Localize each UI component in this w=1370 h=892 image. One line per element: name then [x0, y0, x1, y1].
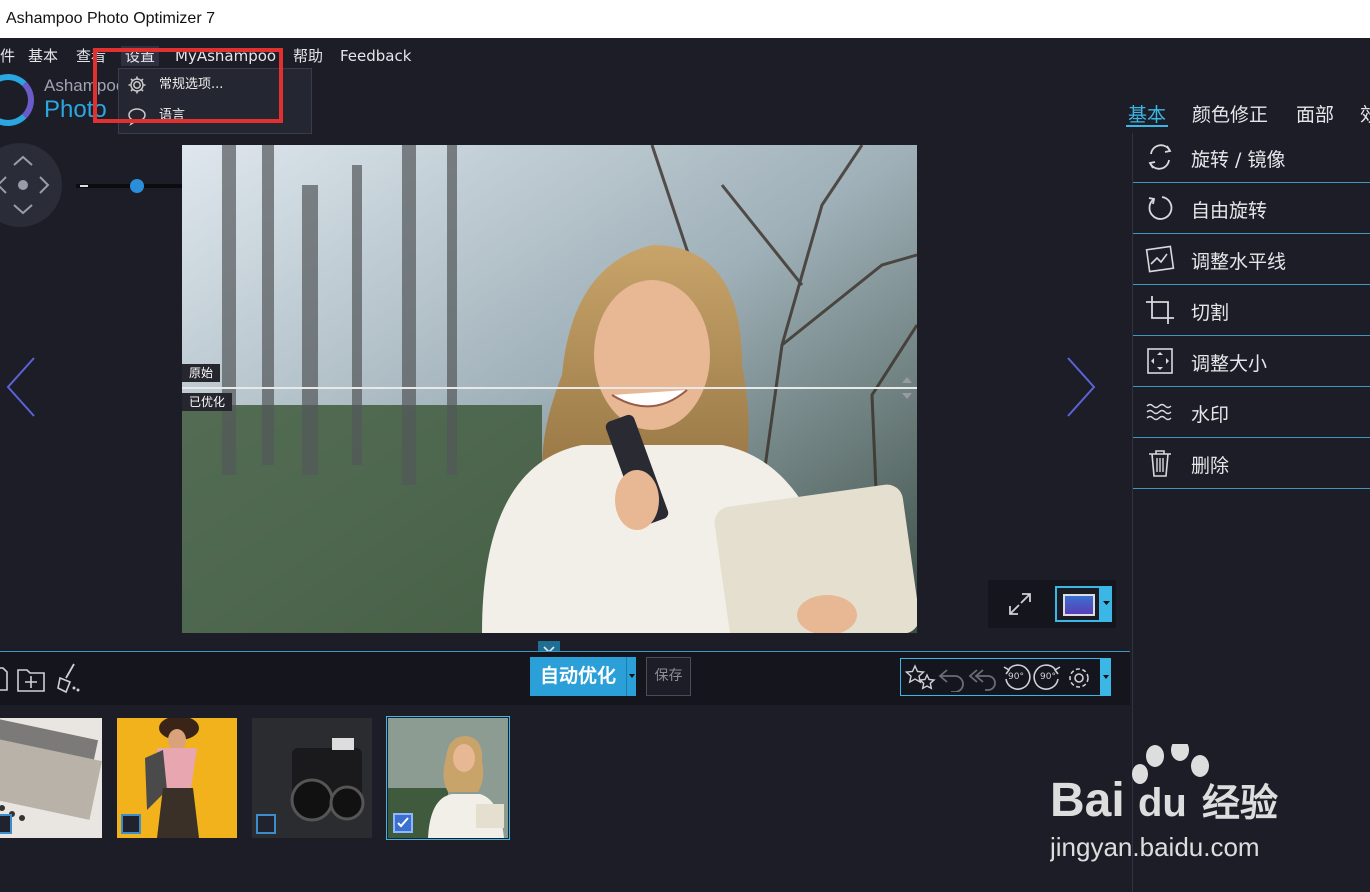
tab-basic[interactable]: 基本 — [1128, 100, 1166, 127]
rotate-right-90-button[interactable]: 90° — [1033, 663, 1063, 693]
tool-rotate-mirror[interactable]: 旋转 / 镜像 — [1133, 133, 1370, 183]
trash-icon — [1149, 450, 1171, 477]
preview-controls — [988, 580, 1116, 628]
rotate-mirror-icon — [1148, 144, 1172, 170]
tool-free-rotate[interactable]: 自由旋转 — [1133, 184, 1370, 234]
svg-text:Bai: Bai — [1050, 774, 1125, 827]
thumbnail-checkbox[interactable] — [0, 814, 12, 834]
edit-actions-dropdown[interactable] — [1101, 658, 1111, 696]
compare-mode-icon — [1063, 594, 1095, 616]
menu-feedback[interactable]: Feedback — [340, 46, 411, 66]
watermark-icon — [1146, 403, 1172, 421]
thumbnail-woman-selected[interactable] — [386, 716, 510, 840]
highlight-box — [93, 48, 283, 123]
tool-label: 切割 — [1191, 302, 1230, 324]
menu-help[interactable]: 帮助 — [293, 46, 323, 66]
label-original: 原始 — [182, 364, 221, 382]
tab-effects[interactable]: 效 — [1360, 100, 1370, 127]
auto-optimize-button[interactable]: 自动优化 — [530, 657, 626, 696]
baidu-watermark: Bai du 经验 jingyan.baidu.com — [1050, 744, 1278, 862]
split-line[interactable] — [182, 387, 917, 389]
tab-face[interactable]: 面部 — [1296, 100, 1334, 127]
photo-preview[interactable]: 原始 已优化 — [182, 145, 917, 633]
bottom-toolbar: 自动优化 保存 90° 90° — [0, 651, 1130, 705]
window-title: Ashampoo Photo Optimizer 7 — [0, 0, 1370, 38]
tool-crop[interactable]: 切割 — [1133, 286, 1370, 336]
filmstrip — [0, 706, 1130, 892]
next-image-icon[interactable] — [1064, 356, 1098, 418]
tool-resize[interactable]: 调整大小 — [1133, 337, 1370, 387]
tool-horizon[interactable]: 调整水平线 — [1133, 235, 1370, 285]
tool-label: 自由旋转 — [1191, 200, 1268, 222]
menu-basic[interactable]: 基本 — [28, 46, 58, 66]
zoom-thumb[interactable] — [130, 179, 144, 193]
thumbnail-notebook[interactable] — [0, 718, 102, 838]
label-optimized: 已优化 — [182, 393, 233, 411]
photo-image — [182, 145, 917, 633]
fullscreen-icon[interactable] — [1006, 590, 1034, 618]
tool-label: 调整大小 — [1191, 353, 1268, 375]
tool-label: 水印 — [1191, 404, 1230, 426]
zoom-out-icon[interactable] — [80, 185, 88, 187]
free-rotate-icon — [1148, 196, 1173, 220]
gear-icon[interactable] — [1065, 664, 1093, 692]
resize-icon — [1147, 348, 1173, 374]
compare-mode-button[interactable] — [1055, 586, 1101, 622]
crop-icon — [1146, 296, 1174, 324]
watermark-url: jingyan.baidu.com — [1050, 832, 1260, 862]
thumbnail-camera[interactable] — [252, 718, 372, 838]
thumbnail-checkbox-checked[interactable] — [393, 813, 413, 833]
tool-label: 调整水平线 — [1191, 251, 1287, 273]
prev-image-icon[interactable] — [4, 356, 38, 418]
stars-icon[interactable] — [905, 663, 937, 693]
tool-label: 旋转 / 镜像 — [1191, 149, 1286, 171]
rotate-right-label: 90° — [1040, 672, 1056, 682]
tab-color-correction[interactable]: 颜色修正 — [1192, 100, 1268, 127]
active-tab-indicator — [1126, 125, 1168, 127]
thumbnail-dancer[interactable] — [117, 718, 237, 838]
auto-optimize-dropdown[interactable] — [626, 657, 636, 696]
edit-actions-group: 90° 90° — [900, 658, 1101, 696]
undo-all-icon[interactable] — [967, 664, 999, 692]
thumbnail-image — [0, 718, 102, 838]
clear-broom-icon[interactable] — [52, 662, 82, 694]
thumbnail-checkbox[interactable] — [256, 814, 276, 834]
tool-watermark[interactable]: 水印 — [1133, 388, 1370, 438]
tool-label: 删除 — [1191, 455, 1230, 477]
logo-ring — [0, 74, 34, 126]
rotate-left-90-button[interactable]: 90° — [1001, 663, 1031, 693]
direction-arrows-icon — [0, 155, 50, 215]
undo-icon[interactable] — [937, 664, 967, 692]
svg-text:经验: 经验 — [1202, 781, 1278, 825]
navigation-pad[interactable] — [0, 143, 62, 227]
svg-text:du: du — [1138, 781, 1187, 825]
horizon-icon — [1145, 245, 1175, 273]
split-handle-icon[interactable] — [900, 373, 914, 403]
rotate-left-label: 90° — [1008, 672, 1024, 682]
tool-delete[interactable]: 删除 — [1133, 439, 1370, 489]
check-icon — [397, 817, 409, 828]
open-file-icon[interactable] — [0, 666, 8, 692]
add-folder-icon[interactable] — [16, 664, 46, 694]
thumbnail-checkbox[interactable] — [121, 814, 141, 834]
compare-mode-dropdown[interactable] — [1101, 586, 1112, 622]
menu-file[interactable]: 件 — [0, 46, 15, 66]
save-button[interactable]: 保存 — [646, 657, 691, 696]
